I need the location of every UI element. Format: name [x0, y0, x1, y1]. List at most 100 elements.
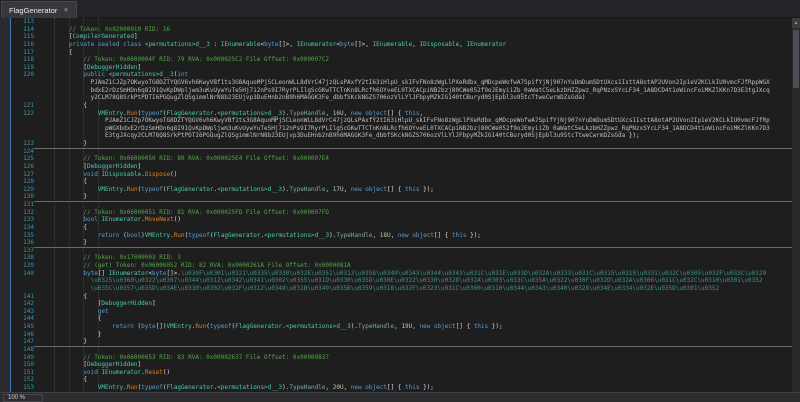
- code-text: [DebuggerHidden]: [40, 361, 142, 369]
- code-text: return (byte[])VMEntry.Run(typeof(FlagGe…: [112, 323, 503, 330]
- code-line: 129 VMEntry.Run(typeof(FlagGenerator.<pe…: [0, 186, 792, 194]
- code-line: 148: [0, 345, 792, 354]
- tab-bar: FlagGenerator ✕: [0, 0, 800, 18]
- scrollbar-thumb[interactable]: [793, 30, 799, 88]
- code-text: VMEntry.Run(typeof(FlagGenerator.<permut…: [97, 384, 434, 391]
- code-line: 121 {: [0, 102, 792, 110]
- code-line: 132 // Token: 0x06000051 RID: 81 RVA: 0x…: [0, 209, 792, 217]
- code-line: 135 return (bool)VMEntry.Run(typeof(Flag…: [0, 232, 792, 240]
- line-number: 149: [23, 353, 34, 361]
- method-separator: [34, 345, 792, 347]
- tab-title: FlagGenerator: [9, 5, 58, 15]
- code-line: PJAmZ1CJZp7OKwyoTG8DZTYQGV6vh6KwyVBf1ts3…: [0, 79, 792, 87]
- line-number: 124: [23, 147, 34, 155]
- line-number: [11, 125, 34, 133]
- code-line: 130 }: [0, 193, 792, 201]
- close-icon[interactable]: ✕: [63, 6, 68, 14]
- code-text: }: [40, 239, 87, 247]
- code-line: 120 public <permutations>d__3(int: [0, 71, 792, 79]
- code-line: 139 // (get) Token: 0x06000052 RID: 82 R…: [0, 262, 792, 270]
- line-number: 113: [23, 18, 34, 25]
- line-number: 150: [23, 361, 34, 369]
- line-number: 125: [23, 155, 34, 163]
- line-number: 130: [23, 193, 34, 201]
- code-text: // Token: 0x06000051 RID: 81 RVA: 0x0000…: [83, 208, 329, 216]
- line-number: [11, 277, 34, 285]
- code-line: 118 // Token: 0x0600004F RID: 79 RVA: 0x…: [0, 56, 792, 64]
- scroll-up-icon[interactable]: ▲: [792, 18, 800, 28]
- line-number: 127: [23, 170, 34, 178]
- code-line: E3tgJXcqy2CLM78Q8SrkPtPDTI6PGQugZlQSgimm…: [0, 132, 792, 140]
- code-line: 117 {: [0, 49, 792, 57]
- method-separator: [34, 246, 792, 248]
- code-text: PJAmZ1CJZp7OKwyoTG8DZTYQGV6vh6KwyVBf1ts3…: [90, 79, 770, 86]
- code-text: E3tgJXcqy2CLM78Q8SrkPtPDTI6PGQugZlQSgimm…: [105, 132, 640, 140]
- line-number: 128: [23, 178, 34, 186]
- code-text: {: [40, 315, 102, 323]
- code-editor[interactable]: 113 114 // Token: 0x02000010 RID: 16 115 […: [0, 18, 800, 392]
- code-text: y2CLM78Q8SrkPtPDTI6PGQugZlQSgimmlNrN8b23…: [90, 94, 586, 102]
- code-line: 150 [DebuggerHidden]: [0, 361, 792, 369]
- panel-splitter[interactable]: [10, 18, 11, 392]
- line-number: 116: [23, 40, 34, 48]
- code-text: \u035C\u0357\u035D\u034E\u0330\u0302\u03…: [90, 284, 720, 292]
- line-number: 121: [23, 101, 34, 109]
- line-number: 151: [23, 368, 34, 376]
- code-line: 114 // Token: 0x02000010 RID: 16: [0, 26, 792, 34]
- code-text: // Token: 0x06000050 RID: 80 RVA: 0x0000…: [83, 155, 329, 163]
- code-text: {: [40, 376, 87, 384]
- bottom-bar: 100 %: [0, 392, 800, 402]
- line-number: 117: [23, 48, 34, 56]
- code-line: 136 }: [0, 239, 792, 247]
- code-text: }: [40, 338, 87, 346]
- code-line: 149 // Token: 0x06000053 RID: 83 RVA: 0x…: [0, 354, 792, 362]
- line-number: 115: [23, 33, 34, 41]
- code-text: {: [40, 223, 87, 231]
- line-number: 148: [23, 345, 34, 353]
- vertical-scrollbar[interactable]: ▲: [792, 18, 800, 392]
- line-number: 152: [23, 376, 34, 384]
- code-line: 131: [0, 201, 792, 209]
- code-text: get: [97, 307, 109, 315]
- code-line: \u0325\u0360\u0322\u0307\u0344\u0312\u03…: [0, 277, 792, 285]
- line-number: 131: [23, 201, 34, 208]
- code-text: [DebuggerHidden]: [40, 63, 142, 71]
- code-text: PJAmZ1CJZp7OKwyoTG8DZTYQGV6vh6KwyVBf1ts3…: [105, 117, 770, 125]
- code-line: 153 VMEntry.Run(typeof(FlagGenerator.<pe…: [0, 384, 792, 392]
- code-line: 138 // Token: 0x17000003 RID: 3: [0, 254, 792, 262]
- line-number: 135: [23, 231, 34, 239]
- code-text: bool IEnumerator.MoveNext(): [83, 216, 181, 224]
- code-line: 116 private sealed class <permutations>d…: [0, 41, 792, 49]
- code-line: 124: [0, 147, 792, 156]
- code-line: 146 }: [0, 331, 792, 339]
- code-line: 113: [0, 18, 792, 26]
- code-line: 134 {: [0, 224, 792, 232]
- code-line: 122 VMEntry.Run(typeof(FlagGenerator.<pe…: [0, 110, 792, 118]
- code-text: public <permutations>d__3(int: [83, 71, 189, 79]
- code-text: // (get) Token: 0x06000052 RID: 82 RVA: …: [83, 262, 351, 269]
- code-line: \u035C\u0357\u035D\u034E\u0330\u0302\u03…: [0, 285, 792, 293]
- code-line: 152 {: [0, 376, 792, 384]
- code-line: y2CLM78Q8SrkPtPDTI6PGQugZlQSgimmlNrN8b23…: [0, 94, 792, 102]
- decompiler-window: FlagGenerator ✕ 113 114 // Token: 0x02000…: [0, 0, 800, 402]
- line-number: 146: [23, 330, 34, 338]
- line-number: 114: [23, 25, 34, 33]
- line-number: 123: [23, 140, 34, 147]
- method-separator: [34, 147, 792, 149]
- code-text: VMEntry.Run(typeof(FlagGenerator.<permut…: [97, 109, 424, 117]
- zoom-level-select[interactable]: 100 %: [3, 394, 43, 402]
- code-line: 147 }: [0, 338, 792, 346]
- line-number: 126: [23, 162, 34, 170]
- code-rows: 113 114 // Token: 0x02000010 RID: 16 115 […: [0, 18, 792, 392]
- code-line: 119 [DebuggerHidden]: [0, 64, 792, 72]
- code-line: 142 [DebuggerHidden]: [0, 300, 792, 308]
- line-number: 137: [23, 246, 34, 254]
- code-line: 125 // Token: 0x06000050 RID: 80 RVA: 0x…: [0, 155, 792, 163]
- code-line: 123 }: [0, 140, 792, 148]
- tab-flaggenerator[interactable]: FlagGenerator ✕: [1, 1, 77, 18]
- line-number: 129: [23, 185, 34, 193]
- code-line: 145 return (byte[])VMEntry.Run(typeof(Fl…: [0, 323, 792, 331]
- line-number: 139: [23, 262, 34, 269]
